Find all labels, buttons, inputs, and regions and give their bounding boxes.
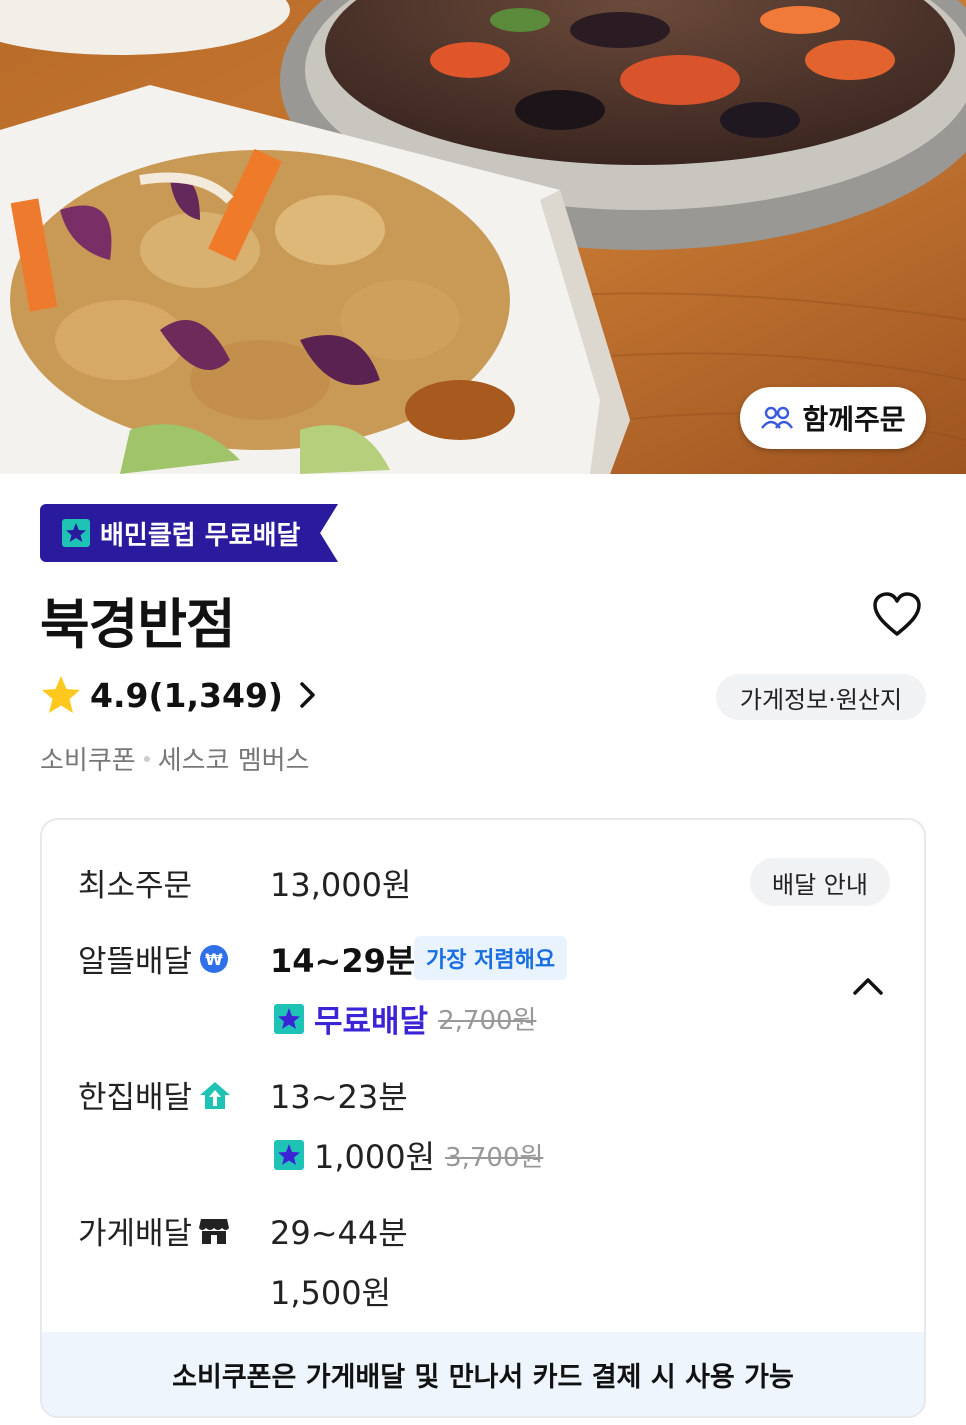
- users-icon: [761, 406, 794, 429]
- economy-delivery-time: 14~29분: [270, 942, 416, 980]
- store-info-button[interactable]: 가게정보·원산지: [716, 674, 926, 720]
- store-hero-image: 함께주문: [0, 0, 966, 474]
- tag-consumer-coupon: 소비쿠폰: [40, 746, 136, 776]
- coupon-notice: 소비쿠폰은 가게배달 및 만나서 카드 결제 시 사용 가능: [42, 1332, 924, 1416]
- single-delivery-label: 한집배달: [78, 1080, 193, 1116]
- club-star-icon: [62, 519, 90, 547]
- store-delivery-time: 29~44분: [270, 1214, 408, 1252]
- delivery-guide-button[interactable]: 배달 안내: [750, 858, 890, 906]
- group-order-label: 함께주문: [802, 403, 906, 436]
- store-name: 북경반점: [40, 593, 236, 656]
- baemin-club-badge: 배민클럽 무료배달: [40, 504, 338, 562]
- club-badge-label: 배민클럽 무료배달: [100, 520, 301, 551]
- economy-fee-line: 무료배달 2,700원: [274, 996, 536, 1041]
- tag-separator: [143, 755, 150, 762]
- store-delivery-fee: 1,500원: [270, 1274, 392, 1312]
- coin-icon: ₩: [200, 944, 229, 973]
- club-star-icon: [274, 1140, 304, 1170]
- store-delivery-label-row: 가게배달: [78, 1208, 230, 1253]
- chevron-up-icon[interactable]: [852, 976, 884, 996]
- economy-delivery-label-row: 알뜰배달 ₩: [78, 936, 230, 981]
- club-star-icon: [274, 1003, 304, 1034]
- single-original-fee: 3,700원: [445, 1142, 544, 1173]
- economy-delivery-label: 알뜰배달: [78, 944, 193, 980]
- tag-cesco-member: 세스코 멤버스: [157, 746, 310, 776]
- store-icon: [199, 1218, 230, 1244]
- rating-link[interactable]: 4.9(1,349): [40, 674, 319, 716]
- min-order-value: 13,000원: [270, 866, 412, 904]
- single-delivery-label-row: 한집배달: [78, 1072, 232, 1117]
- economy-fee: 무료배달: [314, 1004, 429, 1040]
- cheapest-badge: 가장 저렴해요: [414, 936, 568, 980]
- rating-value: 4.9(1,349): [90, 675, 284, 715]
- svg-text:₩: ₩: [205, 950, 223, 969]
- store-delivery-label: 가게배달: [78, 1216, 193, 1252]
- single-delivery-time: 13~23분: [270, 1078, 408, 1116]
- group-order-button[interactable]: 함께주문: [740, 387, 926, 449]
- heart-icon[interactable]: [872, 592, 922, 638]
- single-fee: 1,000원: [314, 1138, 436, 1176]
- home-arrow-icon: [200, 1081, 231, 1109]
- store-tags: 소비쿠폰 세스코 멤버스: [40, 740, 309, 777]
- economy-original-fee: 2,700원: [438, 1006, 537, 1036]
- single-fee-line: 1,000원 3,700원: [274, 1132, 543, 1178]
- star-icon: [42, 676, 80, 713]
- min-order-label: 최소주문: [78, 868, 193, 904]
- chevron-right-icon: [300, 682, 315, 708]
- delivery-info-card: 최소주문 13,000원 배달 안내 알뜰배달 ₩ 14~29분 가장 저렴해요…: [40, 818, 926, 1418]
